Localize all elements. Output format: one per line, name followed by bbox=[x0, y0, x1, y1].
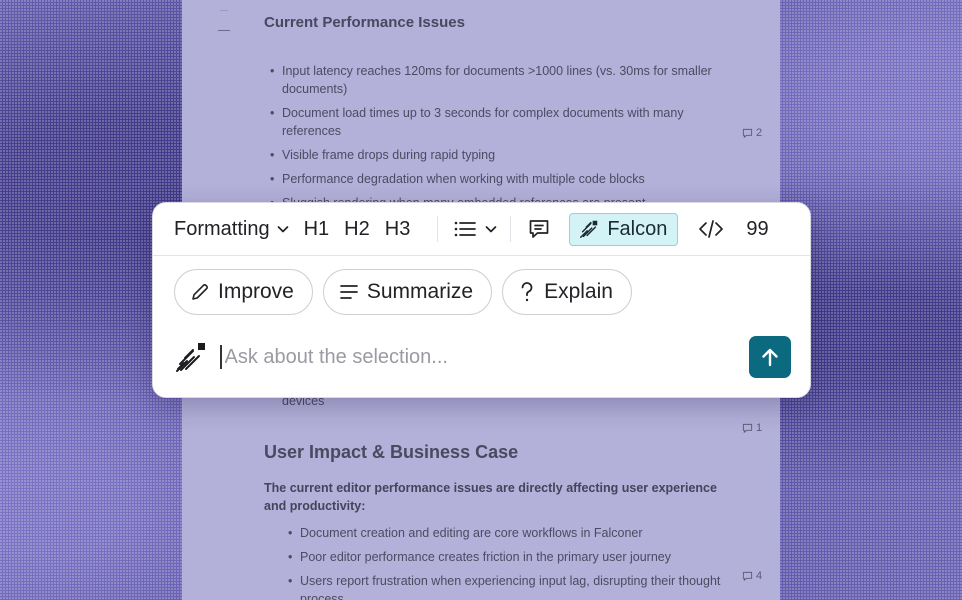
explain-button[interactable]: Explain bbox=[502, 269, 632, 315]
heading-2-button[interactable]: H2 bbox=[344, 218, 370, 241]
list-item: Users report frustration when experienci… bbox=[288, 572, 730, 600]
list-item: Document load times up to 3 seconds for … bbox=[270, 104, 712, 140]
falcon-logo-icon bbox=[176, 343, 205, 372]
explain-label: Explain bbox=[544, 280, 613, 303]
heading-performance-issues: Current Performance Issues bbox=[264, 14, 465, 31]
formatting-dropdown[interactable]: Formatting bbox=[174, 218, 290, 241]
comment-icon bbox=[529, 220, 549, 238]
comment-icon bbox=[742, 423, 753, 433]
chevron-down-icon bbox=[485, 226, 497, 233]
ask-selection-input[interactable] bbox=[224, 345, 749, 369]
formatting-label: Formatting bbox=[174, 217, 270, 240]
comment-button[interactable] bbox=[527, 217, 551, 241]
comment-icon bbox=[742, 571, 753, 581]
arrow-up-icon bbox=[762, 348, 778, 367]
chevron-down-icon bbox=[277, 226, 288, 233]
send-button[interactable] bbox=[749, 336, 791, 378]
summarize-button[interactable]: Summarize bbox=[322, 269, 493, 315]
comment-icon bbox=[742, 128, 753, 138]
question-mark-icon bbox=[521, 282, 533, 302]
code-button[interactable] bbox=[698, 219, 724, 239]
toolbar-divider bbox=[437, 216, 439, 242]
heading-user-impact: User Impact & Business Case bbox=[264, 442, 519, 462]
falcon-label: Falcon bbox=[607, 217, 668, 240]
summarize-icon bbox=[340, 285, 358, 299]
falcon-ai-button[interactable]: Falcon bbox=[569, 212, 679, 246]
code-icon bbox=[699, 220, 724, 238]
improve-button[interactable]: Improve bbox=[174, 269, 313, 315]
list-item: Visible frame drops during rapid typing bbox=[270, 146, 712, 164]
list-icon bbox=[455, 221, 477, 237]
impact-list: Document creation and editing are core w… bbox=[288, 524, 730, 600]
heading-1-button[interactable]: H1 bbox=[304, 218, 330, 241]
selection-ai-panel: Formatting H1 H2 H3 Falcon 99 Improve Su… bbox=[152, 202, 811, 398]
formatting-toolbar: Formatting H1 H2 H3 Falcon 99 bbox=[153, 203, 810, 256]
impact-intro: The current editor performance issues ar… bbox=[264, 481, 717, 513]
pencil-icon bbox=[192, 284, 208, 300]
toolbar-divider bbox=[510, 216, 512, 242]
list-item: Performance degradation when working wit… bbox=[270, 170, 712, 188]
list-item: Input latency reaches 120ms for document… bbox=[270, 62, 712, 98]
improve-label: Improve bbox=[218, 280, 294, 303]
list-item: Document creation and editing are core w… bbox=[288, 524, 730, 542]
comment-count: 1 bbox=[756, 422, 763, 434]
summarize-label: Summarize bbox=[366, 280, 474, 303]
comment-count-badge[interactable]: 4 bbox=[742, 570, 762, 582]
text-caret bbox=[220, 345, 222, 369]
ai-action-chips: Improve Summarize Explain bbox=[174, 269, 632, 315]
comment-count-badge[interactable]: 2 bbox=[742, 127, 762, 139]
ask-row bbox=[174, 335, 791, 379]
comment-count: 4 bbox=[756, 570, 763, 582]
quote-button[interactable]: 99 bbox=[746, 218, 768, 241]
comment-count-badge[interactable]: 1 bbox=[742, 422, 762, 434]
comment-count: 2 bbox=[756, 127, 763, 139]
collapse-toggle-icon[interactable] bbox=[218, 10, 230, 31]
heading-3-button[interactable]: H3 bbox=[385, 218, 411, 241]
list-item: Poor editor performance creates friction… bbox=[288, 548, 730, 566]
performance-issues-list: Input latency reaches 120ms for document… bbox=[270, 62, 712, 218]
falcon-icon bbox=[580, 220, 598, 238]
list-dropdown[interactable] bbox=[454, 220, 498, 238]
